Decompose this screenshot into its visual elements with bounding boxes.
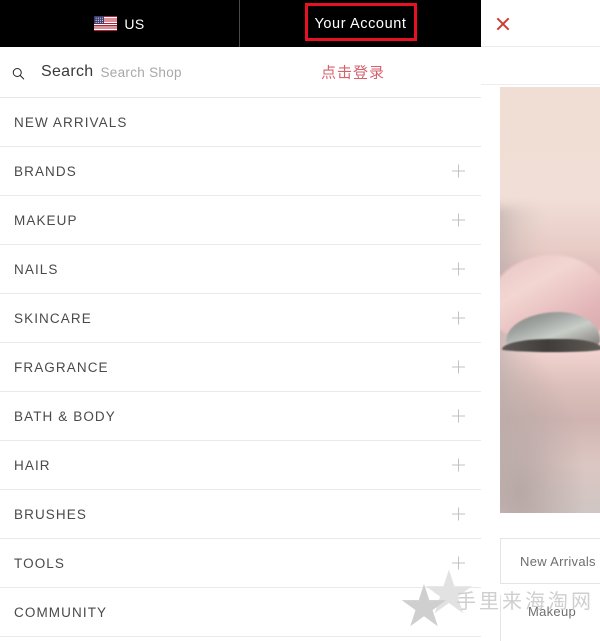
card-new-arrivals[interactable]: New Arrivals <box>500 538 600 584</box>
nav-item-label: BRUSHES <box>14 506 87 522</box>
nav-item-fragrance[interactable]: FRAGRANCE <box>0 343 481 392</box>
us-flag-icon <box>94 16 118 31</box>
nav-item-hair[interactable]: HAIR <box>0 441 481 490</box>
locale-selector[interactable]: US <box>0 0 240 47</box>
close-icon[interactable] <box>495 16 511 32</box>
plus-icon[interactable] <box>452 556 465 570</box>
plus-icon[interactable] <box>452 458 465 472</box>
nav-item-label: HAIR <box>14 457 51 473</box>
search-input-placeholder[interactable]: Search Shop <box>101 65 182 80</box>
plus-icon[interactable] <box>452 213 465 227</box>
nav-item-label: NEW ARRIVALS <box>14 114 128 130</box>
plus-icon[interactable] <box>452 360 465 374</box>
nav-item-bath-and-body[interactable]: BATH & BODY <box>0 392 481 441</box>
plus-icon[interactable] <box>452 262 465 276</box>
plus-icon[interactable] <box>452 164 465 178</box>
nav-item-label: SKINCARE <box>14 310 92 326</box>
right-page-header <box>481 0 600 47</box>
hero-shadow-layer <box>500 207 542 507</box>
nav-item-brands[interactable]: BRANDS <box>0 147 481 196</box>
locale-label: US <box>124 15 145 32</box>
search-icon <box>10 61 32 82</box>
plus-icon[interactable] <box>452 311 465 325</box>
navigation-drawer: US Your Account Search Search Shop 点击登录 … <box>0 0 481 641</box>
nav-item-nails[interactable]: NAILS <box>0 245 481 294</box>
nav-list: NEW ARRIVALS BRANDS MAKEUP NAILS SKINCAR… <box>0 98 481 637</box>
right-page-panel: New Arrivals Makeup <box>481 0 600 641</box>
nav-item-new-arrivals[interactable]: NEW ARRIVALS <box>0 98 481 147</box>
search-row[interactable]: Search Search Shop 点击登录 <box>0 47 481 98</box>
hero-eyelash-layer <box>502 339 600 352</box>
your-account-label: Your Account <box>314 15 407 32</box>
nav-item-label: TOOLS <box>14 555 66 571</box>
card-makeup-label: Makeup <box>527 604 577 619</box>
card-makeup[interactable]: Makeup <box>500 595 600 641</box>
nav-item-label: FRAGRANCE <box>14 359 109 375</box>
nav-item-makeup[interactable]: MAKEUP <box>0 196 481 245</box>
nav-item-label: BATH & BODY <box>14 408 116 424</box>
app-root: New Arrivals Makeup US Your Account Sear… <box>0 0 600 641</box>
nav-item-tools[interactable]: TOOLS <box>0 539 481 588</box>
login-link[interactable]: 点击登录 <box>321 62 385 83</box>
nav-item-label: BRANDS <box>14 163 77 179</box>
nav-item-community[interactable]: COMMUNITY <box>0 588 481 637</box>
nav-item-skincare[interactable]: SKINCARE <box>0 294 481 343</box>
card-new-arrivals-label: New Arrivals <box>520 553 596 569</box>
hero-eye-image <box>500 87 600 513</box>
nav-item-brushes[interactable]: BRUSHES <box>0 490 481 539</box>
nav-item-label: MAKEUP <box>14 212 78 228</box>
nav-item-label: NAILS <box>14 261 59 277</box>
nav-item-label: COMMUNITY <box>14 604 108 620</box>
plus-icon[interactable] <box>452 507 465 521</box>
top-bar: US Your Account <box>0 0 481 47</box>
right-page-subbar <box>481 47 600 85</box>
your-account-button[interactable]: Your Account <box>240 0 481 47</box>
plus-icon[interactable] <box>452 409 465 423</box>
search-label: Search <box>41 63 94 80</box>
